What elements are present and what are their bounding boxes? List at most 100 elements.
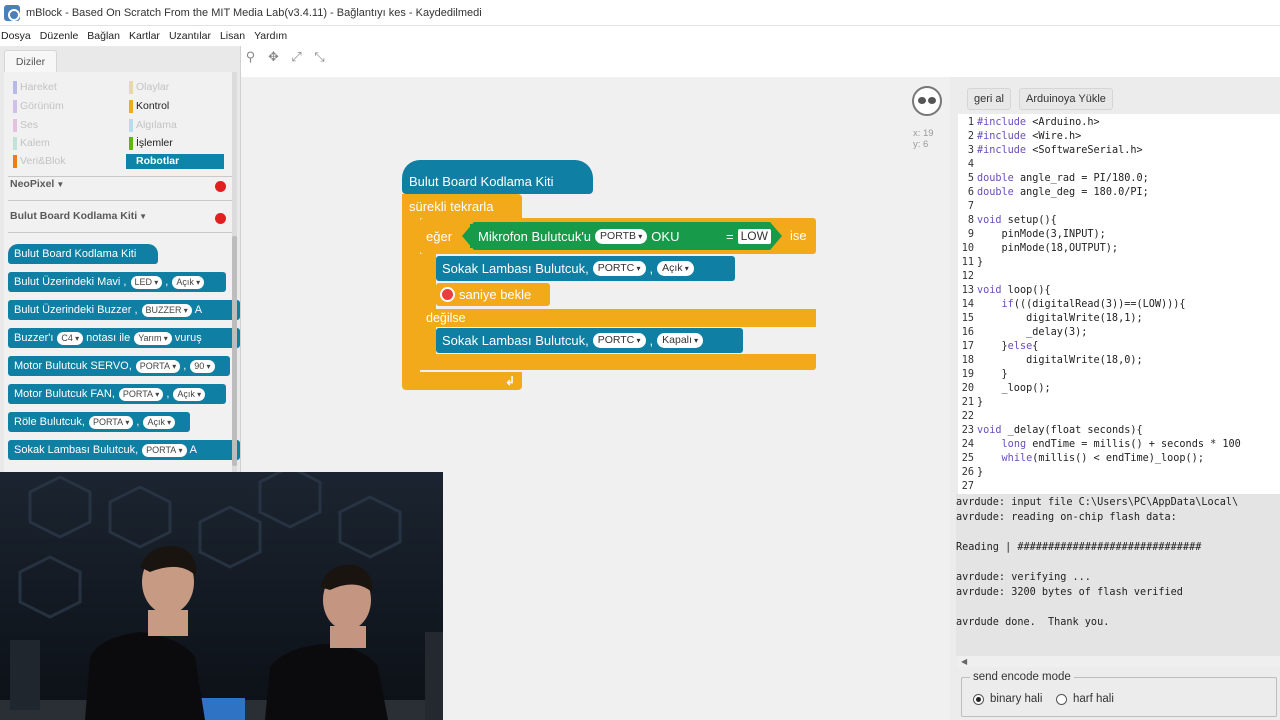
code-line: 20 _loop(); (958, 382, 1280, 396)
cmd1-state-dropdown[interactable]: Açık (657, 261, 694, 276)
cmd1-port-dropdown[interactable]: PORTC (592, 261, 646, 276)
street-lamp-on-block[interactable]: Sokak Lambası Bulutcuk, PORTC , Açık (436, 256, 735, 281)
menu-bar: Dosya Düzenle Bağlan Kartlar Uzantılar L… (0, 26, 1280, 46)
palette-block[interactable]: Motor Bulutcuk FAN,PORTA,Açık (8, 384, 226, 404)
palette-section-bulut-board[interactable]: Bulut Board Kodlama Kiti ▼ (10, 210, 147, 222)
palette-block[interactable]: Sokak Lambası Bulutcuk,PORTAA (8, 440, 240, 460)
menu-yardim[interactable]: Yardım (253, 30, 293, 42)
palette-block-dropdown[interactable]: PORTA (135, 359, 181, 373)
comma-separator: , (649, 261, 654, 276)
category-g-r-n-m[interactable]: Görünüm (10, 99, 64, 114)
console-line: avrdude: verifying ... (956, 572, 1091, 583)
line-number: 15 (961, 313, 974, 324)
radio-binary[interactable]: binary hali (973, 693, 1042, 705)
palette-block-dropdown[interactable]: BUZZER (141, 303, 192, 317)
line-number: 4 (967, 159, 974, 170)
palette-divider (8, 176, 232, 177)
connection-status-dot (215, 181, 226, 192)
code-line: 16 _delay(3); (958, 326, 1280, 340)
palette-block-dropdown[interactable]: Açık (143, 415, 176, 429)
palette-block-dropdown[interactable]: Yarım (134, 331, 172, 345)
condition-value-input[interactable]: LOW (737, 228, 771, 244)
condition-port-dropdown[interactable]: PORTB (595, 228, 648, 244)
palette-block-dropdown[interactable]: PORTA (142, 443, 187, 457)
palette-block-dropdown[interactable]: PORTA (118, 387, 164, 401)
condition-label: Mikrofon Bulutcuk'u (478, 228, 592, 244)
comma-separator: , (166, 388, 170, 400)
line-number: 17 (961, 341, 974, 352)
title-bar: mBlock - Based On Scratch From the MIT M… (0, 0, 1280, 26)
scroll-left-icon[interactable]: ◀ (961, 657, 967, 666)
palette-scroll-thumb[interactable] (232, 236, 237, 466)
category-veri-blok[interactable]: Veri&Blok (10, 154, 66, 169)
upload-arduino-button[interactable]: Arduinoya Yükle (1019, 88, 1113, 110)
stamp-icon[interactable]: ⚲ (244, 50, 257, 63)
code-view[interactable]: 1 #include <Arduino.h> 2 #include <Wire.h> 3… (958, 114, 1280, 494)
palette-block-dropdown[interactable]: 90 (190, 359, 215, 373)
code-text: #include <SoftwareSerial.h> (977, 145, 1143, 156)
move-icon[interactable]: ✥ (267, 50, 280, 63)
wait-block[interactable]: saniye bekle (436, 283, 550, 306)
menu-kartlar[interactable]: Kartlar (128, 30, 166, 42)
console-horizontal-scrollbar[interactable] (958, 656, 1280, 667)
palette-block[interactable]: Buzzer'ıC4notası ileYarımvuruş (8, 328, 240, 348)
category-color-swatch (129, 100, 133, 113)
category-ses[interactable]: Ses (10, 118, 38, 133)
category-olaylar[interactable]: Olaylar (126, 80, 169, 95)
category-hareket[interactable]: Hareket (10, 80, 57, 95)
menu-baglan[interactable]: Bağlan (86, 30, 126, 42)
grow-icon[interactable]: ⤢ (290, 50, 303, 63)
radio-text-indicator[interactable] (1056, 693, 1067, 705)
palette-block-label: Motor Bulutcuk FAN, (14, 388, 115, 400)
palette-block[interactable]: Motor Bulutcuk SERVO,PORTA,90 (8, 356, 230, 376)
tab-diziler[interactable]: Diziler (4, 50, 57, 72)
menu-lisan[interactable]: Lisan (219, 30, 251, 42)
code-text: } (977, 467, 984, 478)
palette-block-dropdown[interactable]: C4 (57, 331, 84, 345)
category-label: Ses (20, 119, 39, 131)
line-number: 18 (961, 355, 974, 366)
wait-label: saniye bekle (459, 287, 532, 302)
street-lamp-off-block[interactable]: Sokak Lambası Bulutcuk, PORTC , Kapalı (436, 328, 743, 353)
palette-section-neopixel[interactable]: NeoPixel ▼ (10, 178, 64, 190)
comma-separator: , (649, 333, 654, 348)
menu-duzenle[interactable]: Düzenle (39, 30, 85, 42)
category-i-lemler[interactable]: İşlemler (126, 136, 173, 151)
menu-uzantilar[interactable]: Uzantılar (168, 30, 217, 42)
cmd3-port-dropdown[interactable]: PORTC (592, 333, 646, 348)
cmd3-state-dropdown[interactable]: Kapalı (657, 333, 704, 348)
radio-text[interactable]: harf hali (1056, 693, 1114, 705)
wait-seconds-input[interactable] (440, 287, 455, 302)
category-alg-lama[interactable]: Algılama (126, 118, 177, 133)
category-robotlar[interactable]: Robotlar (126, 154, 224, 169)
palette-block-dropdown[interactable]: LED (130, 275, 163, 289)
palette-block[interactable]: Bulut Üzerindeki Mavi ,LED,Açık (8, 272, 226, 292)
palette-block-label: Buzzer'ı (14, 332, 54, 344)
chevron-down-icon: ▼ (139, 212, 148, 221)
palette-block[interactable]: Bulut Board Kodlama Kiti (8, 244, 158, 264)
else-label: değilse (426, 311, 466, 325)
palette-block[interactable]: Bulut Üzerindeki Buzzer ,BUZZERA (8, 300, 240, 320)
code-text: double angle_rad = PI/180.0; (977, 173, 1149, 184)
category-kalem[interactable]: Kalem (10, 136, 50, 151)
console-output[interactable]: avrdude: input file C:\Users\PC\AppData\… (956, 494, 1280, 656)
hat-block[interactable]: Bulut Board Kodlama Kiti (402, 160, 593, 194)
palette-block-label: Bulut Board Kodlama Kiti (14, 248, 137, 260)
palette-block-dropdown[interactable]: Açık (173, 387, 206, 401)
palette-block-dropdown[interactable]: PORTA (88, 415, 134, 429)
section-label-text: Bulut Board Kodlama Kiti (10, 210, 138, 222)
forever-block[interactable]: sürekli tekrarla (402, 194, 522, 218)
panda-sprite-icon[interactable] (912, 86, 942, 116)
radio-binary-indicator[interactable] (973, 693, 984, 705)
line-number: 13 (961, 285, 974, 296)
palette-block[interactable]: Röle Bulutcuk,PORTA,Açık (8, 412, 190, 432)
if-else-foot (420, 354, 816, 370)
code-text: _loop(); (977, 383, 1051, 394)
code-line: 1 #include <Arduino.h> (958, 116, 1280, 130)
undo-button[interactable]: geri al (967, 88, 1011, 110)
menu-dosya[interactable]: Dosya (0, 30, 37, 42)
category-label: Görünüm (20, 100, 64, 112)
category-kontrol[interactable]: Kontrol (126, 99, 169, 114)
shrink-icon[interactable]: ⤡ (313, 50, 326, 63)
palette-block-dropdown[interactable]: Açık (172, 275, 205, 289)
